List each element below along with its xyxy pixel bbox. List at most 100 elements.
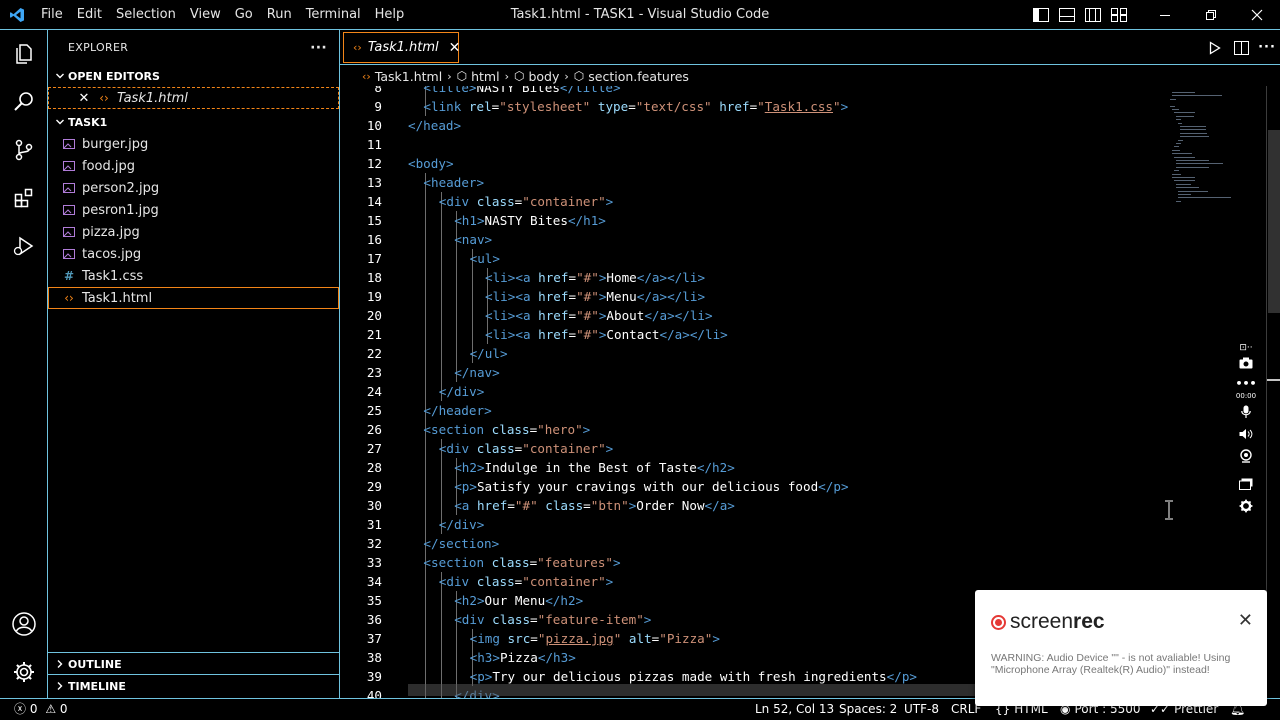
code-line[interactable]: 25 </header> [340, 401, 1164, 420]
code-token: Satisfy your cravings with our delicious… [476, 479, 819, 494]
code-line[interactable]: 28 <h2>Indulge in the Best of Taste</h2> [340, 458, 1164, 477]
outline-section[interactable]: OUTLINE [48, 652, 339, 674]
cursor-position[interactable]: Ln 52, Col 13 [755, 699, 834, 720]
code-line[interactable]: 18 <li><a href="#">Home</a></li> [340, 268, 1164, 287]
code-line[interactable]: 10 </head> [340, 116, 1164, 135]
more-actions-icon[interactable]: ··· [1254, 30, 1280, 65]
code-line[interactable]: 20 <li><a href="#">About</a></li> [340, 306, 1164, 325]
toggle-primary-sidebar-icon[interactable] [1028, 0, 1054, 30]
toggle-secondary-sidebar-icon[interactable] [1080, 0, 1106, 30]
close-tab-icon[interactable]: ✕ [449, 40, 461, 56]
webcam-icon[interactable] [1234, 446, 1258, 466]
image-file-icon [60, 182, 78, 194]
code-token: "#" [514, 498, 538, 513]
timeline-section[interactable]: TIMELINE [48, 674, 339, 696]
customize-layout-icon[interactable] [1106, 0, 1132, 30]
code-token: "feature-item" [537, 612, 644, 627]
split-editor-icon[interactable] [1228, 30, 1254, 65]
menu-view[interactable]: View [183, 7, 228, 22]
menu-edit[interactable]: Edit [70, 7, 109, 22]
breadcrumb-item[interactable]: body [528, 69, 559, 84]
more-actions-icon[interactable]: ··· [310, 40, 327, 56]
menu-file[interactable]: File [34, 7, 70, 22]
accounts-icon[interactable] [0, 600, 48, 648]
breadcrumb-item[interactable]: section.features [588, 69, 689, 84]
code-line[interactable]: 30 <a href="#" class="btn">Order Now</a> [340, 496, 1164, 515]
tab-task1-html[interactable]: ‹› Task1.html ✕ [343, 32, 461, 63]
code-line[interactable]: 14 <div class="container"> [340, 192, 1164, 211]
menu-run[interactable]: Run [260, 7, 299, 22]
code-line[interactable]: 9 <link rel="stylesheet" type="text/css" … [340, 97, 1164, 116]
code-line[interactable]: 29 <p>Satisfy your cravings with our deli… [340, 477, 1164, 496]
menu-selection[interactable]: Selection [109, 7, 183, 22]
code-line[interactable]: 12 <body> [340, 154, 1164, 173]
code-line[interactable]: 22 </ul> [340, 344, 1164, 363]
file-item[interactable]: burger.jpg [48, 133, 339, 155]
extensions-icon[interactable] [0, 174, 48, 222]
code-line[interactable]: 27 <div class="container"> [340, 439, 1164, 458]
folder-task1-section[interactable]: TASK1 [48, 111, 339, 133]
open-editor-item[interactable]: ✕ ‹› Task1.html [48, 87, 339, 109]
open-editors-label: OPEN EDITORS [68, 69, 160, 83]
code-line[interactable]: 34 <div class="container"> [340, 572, 1164, 591]
speaker-icon[interactable] [1234, 424, 1258, 444]
code-token: img [477, 631, 500, 646]
search-icon[interactable] [0, 78, 48, 126]
vertical-scrollbar[interactable] [1266, 86, 1280, 698]
manage-gear-icon[interactable] [0, 648, 48, 696]
run-icon[interactable] [1202, 30, 1228, 65]
encoding[interactable]: UTF-8 [904, 699, 939, 720]
gallery-icon[interactable] [1234, 474, 1258, 494]
code-line[interactable]: 13 <header> [340, 173, 1164, 192]
minimize-icon[interactable] [1142, 0, 1188, 30]
file-item-selected[interactable]: ‹› Task1.html [48, 287, 339, 309]
code-text: <img src="pizza.jpg" alt="Pizza"> [470, 629, 720, 648]
code-token: > [492, 251, 500, 266]
code-line[interactable]: 31 </div> [340, 515, 1164, 534]
close-window-icon[interactable] [1234, 0, 1280, 30]
camera-icon[interactable] [1234, 354, 1258, 372]
menu-terminal[interactable]: Terminal [299, 7, 368, 22]
code-line[interactable]: 15 <h1>NASTY Bites</h1> [340, 211, 1164, 230]
breadcrumb-item[interactable]: html [471, 69, 499, 84]
settings-gear-icon[interactable] [1234, 496, 1258, 516]
code-line[interactable]: 19 <li><a href="#">Menu</a></li> [340, 287, 1164, 306]
file-name: food.jpg [82, 158, 135, 174]
code-line[interactable]: 23 </nav> [340, 363, 1164, 382]
indentation[interactable]: Spaces: 2 [839, 699, 897, 720]
breadcrumb-item[interactable]: Task1.html [375, 69, 442, 84]
code-line[interactable]: 24 </div> [340, 382, 1164, 401]
code-line[interactable]: 17 <ul> [340, 249, 1164, 268]
menu-go[interactable]: Go [228, 7, 260, 22]
problems-indicator[interactable]: ⓧ 0 ⚠ 0 [14, 699, 68, 720]
file-item[interactable]: pesron1.jpg [48, 199, 339, 221]
scrollbar-thumb[interactable] [1268, 130, 1280, 313]
toggle-panel-icon[interactable] [1054, 0, 1080, 30]
open-editors-section[interactable]: OPEN EDITORS [48, 65, 339, 87]
file-item[interactable]: pizza.jpg [48, 221, 339, 243]
more-icon[interactable]: ••• [1234, 376, 1258, 390]
file-item[interactable]: tacos.jpg [48, 243, 339, 265]
code-line[interactable]: 33 <section class="features"> [340, 553, 1164, 572]
code-token: < [485, 289, 493, 304]
file-item[interactable]: food.jpg [48, 155, 339, 177]
file-item[interactable]: person2.jpg [48, 177, 339, 199]
code-line[interactable]: 16 <nav> [340, 230, 1164, 249]
code-line[interactable]: 26 <section class="hero"> [340, 420, 1164, 439]
source-control-icon[interactable] [0, 126, 48, 174]
code-line[interactable]: 8 <title>NASTY Bites</title> [340, 86, 1164, 97]
code-line[interactable]: 11 [340, 135, 1164, 154]
run-debug-icon[interactable] [0, 222, 48, 270]
explorer-icon[interactable] [0, 30, 48, 78]
file-name: pizza.jpg [82, 224, 140, 240]
code-line[interactable]: 21 <li><a href="#">Contact</a></li> [340, 325, 1164, 344]
microphone-icon[interactable] [1234, 402, 1258, 422]
code-token: < [454, 498, 462, 513]
close-icon[interactable]: ✕ [75, 91, 93, 106]
file-item[interactable]: # Task1.css [48, 265, 339, 287]
code-line[interactable]: 32 </section> [340, 534, 1164, 553]
menu-help[interactable]: Help [368, 7, 412, 22]
screenrec-grip-icon[interactable]: ⊡·· [1234, 342, 1258, 354]
close-notification-icon[interactable]: ✕ [1238, 610, 1253, 631]
restore-icon[interactable] [1188, 0, 1234, 30]
